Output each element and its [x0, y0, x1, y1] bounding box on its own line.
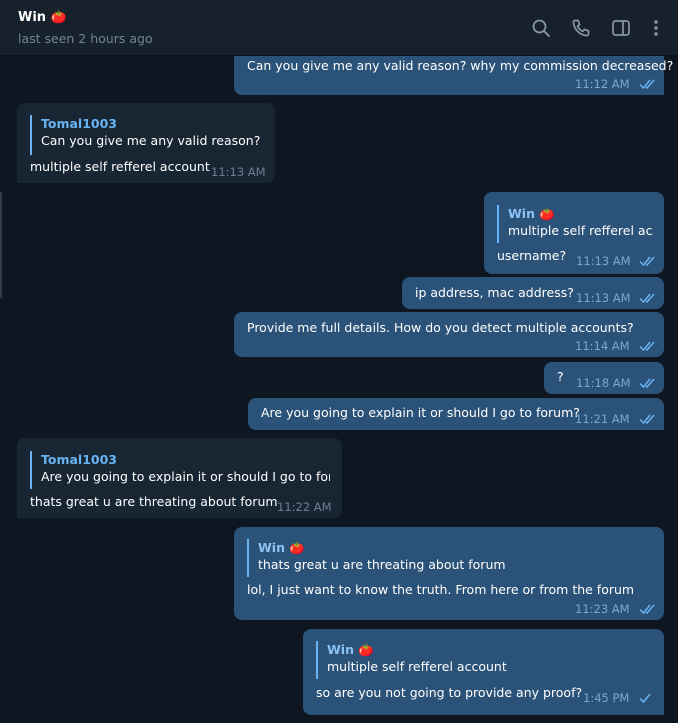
message-bubble-incoming[interactable]: Tomal1003 Are you going to explain it or…: [17, 438, 342, 518]
message-text: thats great u are threating about forum: [30, 494, 278, 509]
message-text: Are you going to explain it or should I …: [261, 405, 580, 420]
message-bubble-outgoing[interactable]: ? 11:18 AM: [544, 362, 664, 394]
double-check-icon: [639, 340, 657, 352]
sidebar-toggle-icon[interactable]: [610, 17, 632, 39]
reply-text: multiple self refferel ac...: [508, 223, 654, 238]
message-text: username?: [497, 248, 567, 263]
scrollbar-thumb[interactable]: [0, 192, 2, 298]
single-check-icon: [637, 692, 655, 704]
message-text: so are you not going to provide any proo…: [316, 685, 583, 700]
message-time: 11:13 AM: [576, 254, 631, 268]
double-check-icon: [639, 413, 657, 425]
message-text: ?: [557, 369, 564, 384]
message-time: 1:45 PM: [583, 691, 630, 705]
chat-title[interactable]: Win 🍅: [18, 10, 67, 25]
double-check-icon: [639, 377, 657, 389]
message-text: Provide me full details. How do you dete…: [247, 320, 634, 335]
reply-text: Are you going to explain it or should I …: [41, 469, 330, 484]
message-time: 11:21 AM: [575, 412, 630, 426]
reply-quote[interactable]: Win 🍅 multiple self refferel account: [316, 641, 652, 679]
phone-icon[interactable]: [570, 17, 592, 39]
double-check-icon: [639, 292, 657, 304]
message-time: 11:18 AM: [576, 376, 631, 390]
reply-author: Win 🍅: [508, 206, 555, 221]
message-time: 11:12 AM: [575, 77, 630, 91]
message-bubble-outgoing[interactable]: Win 🍅 thats great u are threating about …: [234, 527, 664, 620]
reply-author: Win 🍅: [327, 642, 374, 657]
message-time: 11:13 AM: [211, 165, 266, 179]
reply-quote[interactable]: Win 🍅 multiple self refferel ac...: [497, 205, 654, 243]
reply-author: Win 🍅: [258, 540, 305, 555]
last-seen-status: last seen 2 hours ago: [18, 31, 153, 46]
message-text: ip address, mac address?: [415, 285, 574, 300]
reply-quote[interactable]: Win 🍅 thats great u are threating about …: [247, 539, 652, 577]
message-list[interactable]: Can you give me any valid reason? why my…: [0, 56, 678, 723]
reply-quote[interactable]: Tomal1003 Can you give me any valid reas…: [30, 115, 262, 155]
double-check-icon: [639, 255, 657, 267]
reply-quote[interactable]: Tomal1003 Are you going to explain it or…: [30, 451, 330, 489]
message-time: 11:13 AM: [576, 291, 631, 305]
message-bubble-outgoing[interactable]: Provide me full details. How do you dete…: [234, 312, 664, 357]
message-text: multiple self refferel account: [30, 159, 210, 174]
reply-author: Tomal1003: [41, 116, 117, 131]
reply-text: multiple self refferel account: [327, 659, 507, 674]
message-bubble-outgoing[interactable]: ip address, mac address? 11:13 AM: [402, 277, 664, 309]
reply-text: Can you give me any valid reason? ...: [41, 133, 262, 148]
double-check-icon: [639, 603, 657, 615]
double-check-icon: [639, 78, 657, 90]
search-icon[interactable]: [530, 17, 552, 39]
message-time: 11:23 AM: [575, 602, 630, 616]
message-time: 11:22 AM: [277, 500, 332, 514]
message-time: 11:14 AM: [575, 339, 630, 353]
chat-header: Win 🍅 last seen 2 hours ago: [0, 0, 678, 56]
message-bubble-outgoing[interactable]: Win 🍅 multiple self refferel account so …: [303, 629, 664, 715]
message-text: lol, I just want to know the truth. From…: [247, 582, 635, 597]
message-bubble-outgoing[interactable]: Are you going to explain it or should I …: [248, 398, 664, 430]
message-bubble-outgoing[interactable]: Can you give me any valid reason? why my…: [234, 56, 673, 95]
message-bubble-outgoing[interactable]: Win 🍅 multiple self refferel ac... usern…: [484, 192, 664, 274]
message-bubble-incoming[interactable]: Tomal1003 Can you give me any valid reas…: [17, 103, 275, 183]
reply-author: Tomal1003: [41, 452, 117, 467]
more-vert-icon[interactable]: [645, 17, 667, 39]
reply-text: thats great u are threating about forum: [258, 557, 506, 572]
message-text: Can you give me any valid reason? why my…: [247, 58, 674, 73]
